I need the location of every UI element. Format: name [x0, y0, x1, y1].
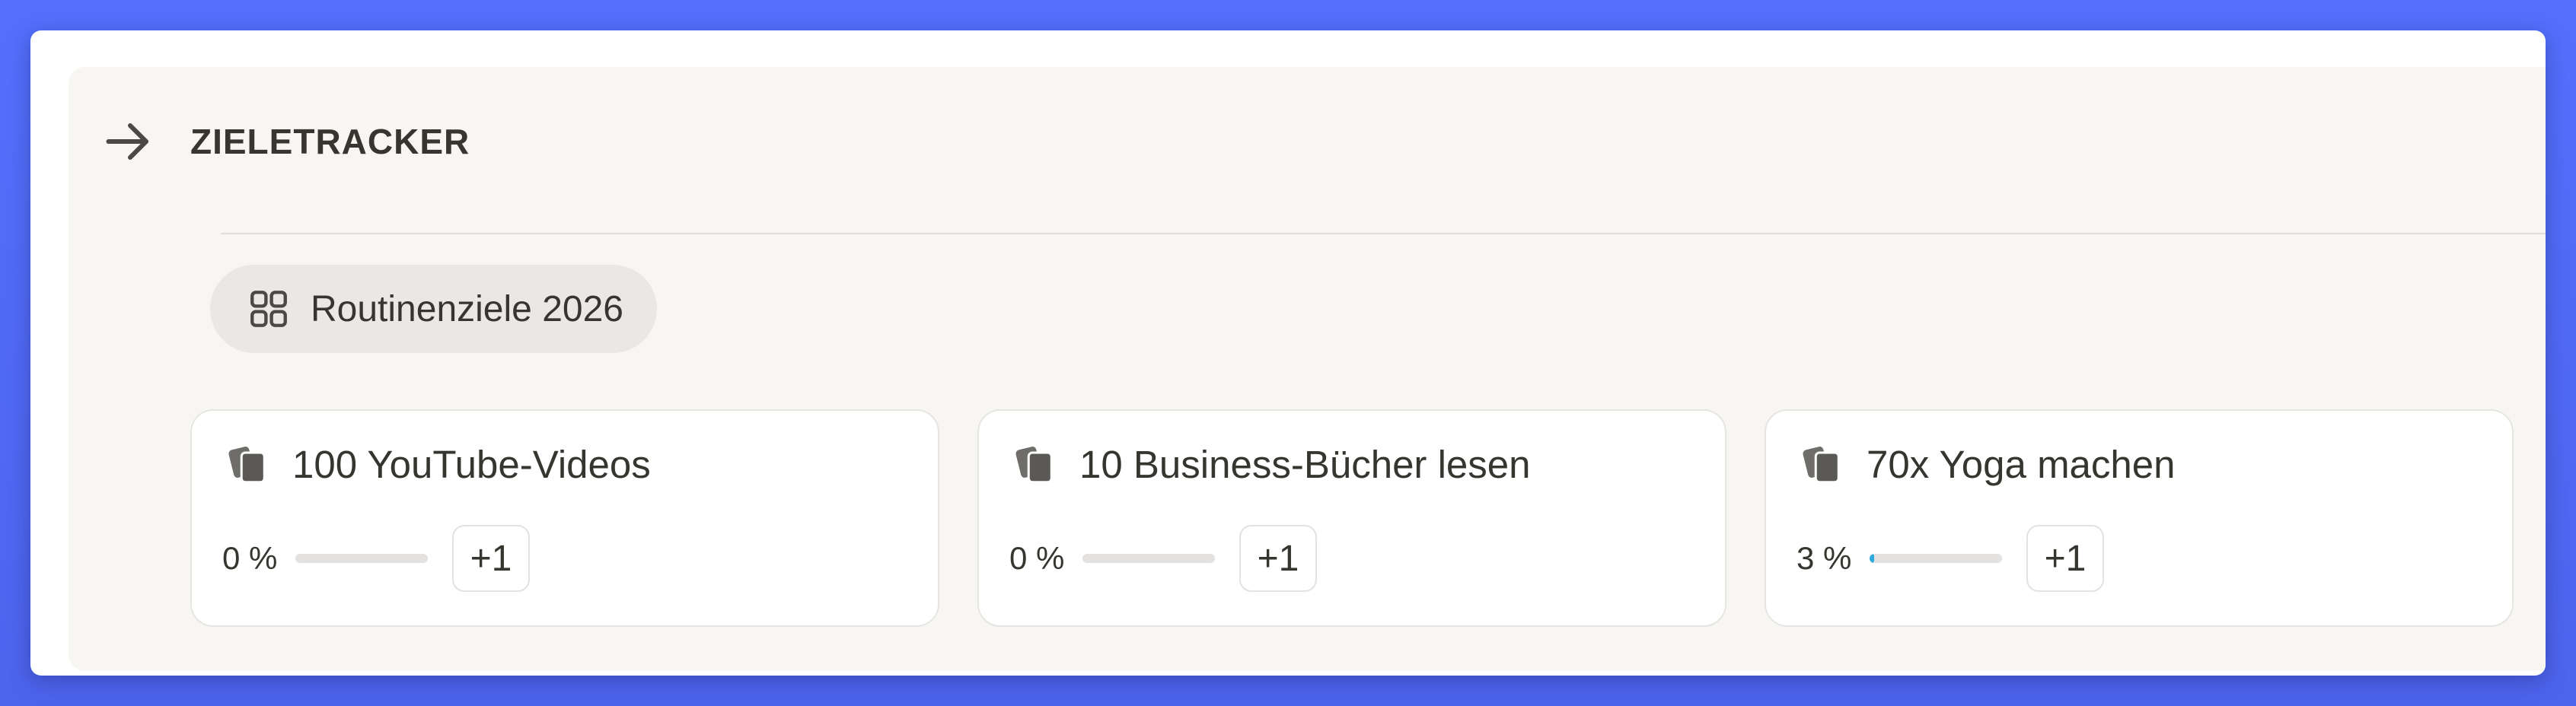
cards-icon	[1803, 447, 1840, 484]
goal-card-header: 100 YouTube-Videos	[225, 441, 651, 487]
section-header: ZIELETRACKER	[100, 111, 470, 172]
goal-progress: 3 % +1	[1797, 523, 2104, 593]
progress-percent: 0 %	[1009, 540, 1065, 576]
goal-card[interactable]: 10 Business-Bücher lesen 0 % +1	[977, 409, 1726, 627]
progress-bar	[1082, 554, 1215, 563]
goal-title[interactable]: 100 YouTube-Videos	[292, 442, 651, 487]
goal-card-header: 70x Yoga machen	[1800, 441, 2176, 487]
increment-button[interactable]: +1	[1239, 525, 1317, 592]
progress-bar	[295, 554, 428, 563]
goal-title[interactable]: 70x Yoga machen	[1867, 442, 2176, 487]
cards-icon	[228, 447, 266, 484]
increment-button[interactable]: +1	[2026, 525, 2104, 592]
page-title: ZIELETRACKER	[190, 122, 470, 161]
goal-title[interactable]: 10 Business-Bücher lesen	[1079, 442, 1531, 487]
progress-percent: 0 %	[222, 540, 278, 576]
view-tab-label: Routinenziele 2026	[311, 288, 623, 329]
cards-icon	[1015, 447, 1053, 484]
app-window: ZIELETRACKER Routinenziele 2026 100 YouT…	[30, 30, 2546, 676]
view-tab-routinenziele[interactable]: Routinenziele 2026	[210, 265, 657, 353]
increment-button[interactable]: +1	[452, 525, 530, 592]
goal-progress: 0 % +1	[222, 523, 530, 593]
gallery-grid-icon	[250, 291, 287, 327]
progress-bar	[1870, 554, 2002, 563]
goal-card[interactable]: 100 YouTube-Videos 0 % +1	[190, 409, 939, 627]
arrow-right-icon[interactable]	[100, 114, 155, 169]
goal-card-header: 10 Business-Bücher lesen	[1012, 441, 1531, 487]
goal-progress: 0 % +1	[1009, 523, 1317, 593]
header-divider	[221, 233, 2546, 234]
goal-card[interactable]: 70x Yoga machen 3 % +1	[1765, 409, 2514, 627]
progress-bar-fill	[1870, 554, 1874, 563]
progress-percent: 3 %	[1797, 540, 1852, 576]
